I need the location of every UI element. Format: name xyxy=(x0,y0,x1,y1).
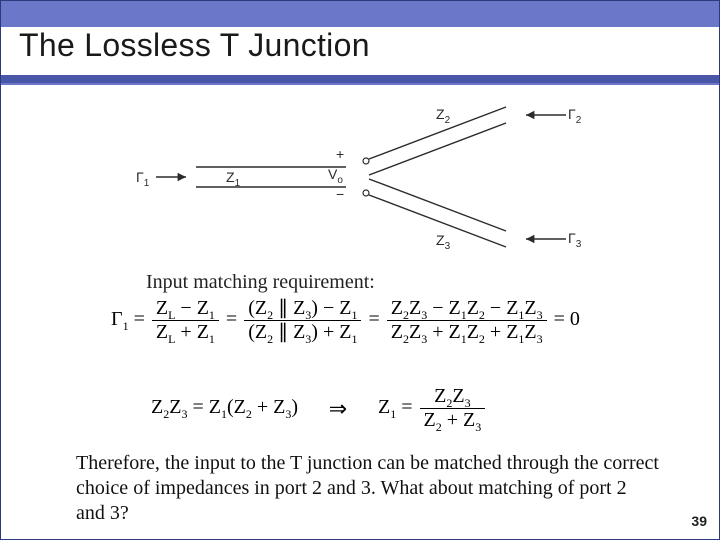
title-underline-thin xyxy=(1,83,719,85)
z3-label: Z3 xyxy=(436,232,451,252)
body-text: Therefore, the input to the T junction c… xyxy=(76,451,659,526)
gamma3-label: Γ3 xyxy=(568,230,582,250)
title-underline-thick xyxy=(1,75,719,83)
page-number: 39 xyxy=(691,513,707,529)
t-junction-diagram: Γ1 Z1 + Vo − Z2 Γ2 Z3 Γ3 xyxy=(136,97,586,257)
implies-arrow: ⇒ xyxy=(303,396,373,422)
gamma2-label: Γ2 xyxy=(568,106,582,126)
subheading: Input matching requirement: xyxy=(146,271,375,294)
slide: The Lossless T Junction Γ1 Z1 + Vo − xyxy=(0,0,720,540)
vo-minus: − xyxy=(336,186,344,202)
vo-plus: + xyxy=(336,146,344,162)
equation-gamma1: Γ1 = ZL − Z1 ZL + Z1 = (Z2 ∥ Z3) − Z1 (Z… xyxy=(111,297,631,344)
vo-label: Vo xyxy=(328,166,343,186)
equation-z-relation: Z2Z3 = Z1(Z2 + Z3) ⇒ Z1 = Z2Z3 Z2 + Z3 xyxy=(151,385,671,432)
z1-label: Z1 xyxy=(226,169,241,189)
slide-title: The Lossless T Junction xyxy=(19,27,370,64)
z2-label: Z2 xyxy=(436,106,451,126)
gamma1-label: Γ1 xyxy=(136,169,150,189)
header-band xyxy=(1,1,719,27)
